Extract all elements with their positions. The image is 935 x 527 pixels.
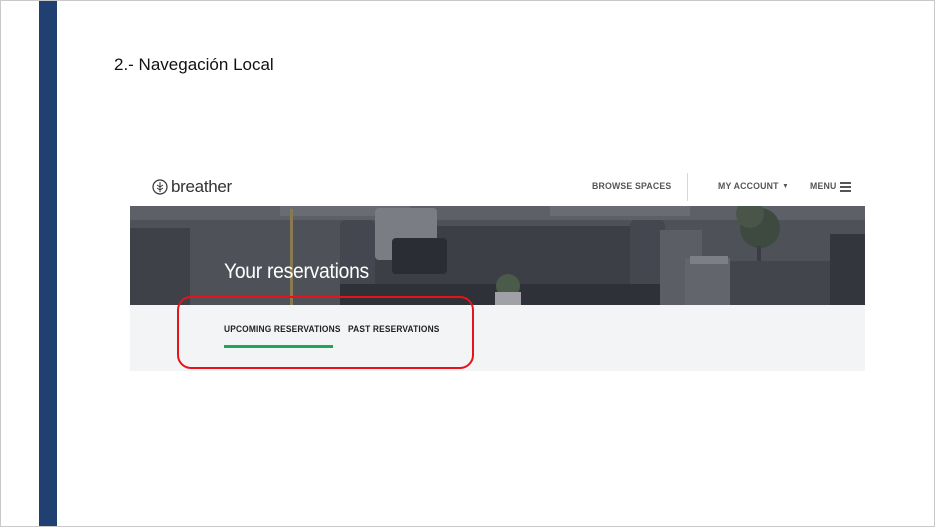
page-title: Your reservations xyxy=(224,260,369,283)
nav-menu[interactable]: MENU xyxy=(810,181,836,192)
nav-my-account[interactable]: MY ACCOUNT ▼ xyxy=(718,181,789,192)
slide-title: 2.- Navegación Local xyxy=(114,55,274,74)
breather-logo[interactable]: breather xyxy=(152,177,232,197)
slide-accent-bar xyxy=(39,1,57,526)
annotation-highlight-outline xyxy=(177,296,474,369)
hero-background-image xyxy=(130,206,865,305)
caret-down-icon: ▼ xyxy=(782,183,789,190)
presentation-slide: 2.- Navegación Local breather BROWSE SPA… xyxy=(0,0,935,527)
nav-my-account-label: MY ACCOUNT xyxy=(718,181,779,192)
hamburger-icon[interactable] xyxy=(840,182,851,192)
site-header: breather BROWSE SPACES MY ACCOUNT ▼ MENU xyxy=(130,169,865,206)
hero-banner: Your reservations xyxy=(130,206,865,305)
logo-text: breather xyxy=(171,177,232,196)
nav-divider xyxy=(687,173,688,201)
breather-logo-icon xyxy=(152,179,168,195)
nav-browse-spaces[interactable]: BROWSE SPACES xyxy=(592,181,671,192)
